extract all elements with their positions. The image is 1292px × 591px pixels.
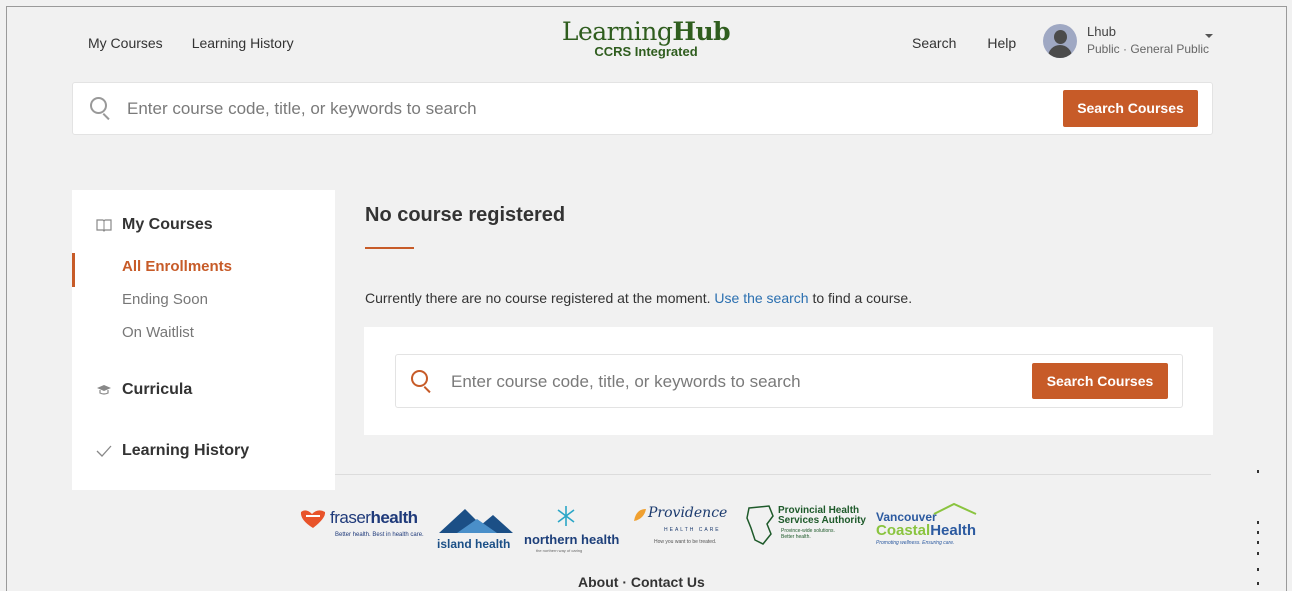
sidebar: My Courses All Enrollments Ending Soon O… <box>72 190 335 490</box>
top-search-bar: Enter course code, title, or keywords to… <box>72 82 1213 135</box>
message-text-before: Currently there are no course registered… <box>365 290 711 306</box>
nav-help[interactable]: Help <box>987 35 1016 51</box>
vancouver-coastal-health-logo[interactable]: Vancouver CoastalHealth Promoting wellne… <box>876 502 986 552</box>
island-health-logo[interactable]: island health <box>437 503 517 551</box>
scroll-mark <box>1257 552 1259 555</box>
fraser-health-mark-icon <box>300 510 326 528</box>
logo-subtitle: CCRS Integrated <box>594 44 698 59</box>
northern-health-tagline: the northern way of caring <box>536 548 583 553</box>
empty-state-message: Currently there are no course registered… <box>365 290 912 306</box>
header-nav-right: Search Help <box>912 35 1016 51</box>
footer-contact-link[interactable]: Contact Us <box>631 574 705 590</box>
logo-title: LearningHub <box>561 18 731 46</box>
phsa-tagline: Province-wide solutions. Better health. <box>781 528 835 540</box>
scroll-mark <box>1257 582 1259 585</box>
vch-line2-b: Health <box>930 522 977 539</box>
footer-separator: · <box>622 574 627 590</box>
island-health-name: island health <box>437 537 511 551</box>
sidebar-section-my-courses: My Courses <box>96 216 213 234</box>
checkmark-icon <box>96 443 112 459</box>
learninghub-logo[interactable]: LearningHub CCRS Integrated <box>561 18 731 60</box>
sidebar-curricula-label: Curricula <box>122 381 193 398</box>
search-card: Enter course code, title, or keywords to… <box>364 327 1213 435</box>
sidebar-item-on-waitlist[interactable]: On Waitlist <box>122 324 194 341</box>
sidebar-item-ending-soon[interactable]: Ending Soon <box>122 291 208 308</box>
inner-search-input[interactable]: Enter course code, title, or keywords to… <box>451 372 801 392</box>
avatar-shoulders <box>1048 45 1072 58</box>
active-indicator <box>72 253 75 287</box>
top-search-input[interactable]: Enter course code, title, or keywords to… <box>127 99 477 119</box>
vch-line2-a: Coastal <box>876 522 931 539</box>
bc-map-icon <box>746 505 774 545</box>
vch-line2: CoastalHealth <box>876 522 976 539</box>
vch-tagline: Promoting wellness. Ensuring care. <box>876 540 955 546</box>
page-title: No course registered <box>365 204 566 226</box>
nav-search[interactable]: Search <box>912 35 956 51</box>
header-nav-left: My Courses Learning History <box>88 35 294 51</box>
phsa-name-line2: Services Authority <box>778 515 866 526</box>
graduation-cap-icon <box>96 382 112 398</box>
footer-divider <box>335 474 1211 475</box>
book-icon <box>96 217 112 233</box>
phsa-name: Provincial Health Services Authority <box>778 506 866 526</box>
phsa-tagline-line2: Better health. <box>781 534 811 540</box>
phsa-logo[interactable]: Provincial Health Services Authority Prov… <box>745 504 866 552</box>
user-name[interactable]: Lhub <box>1087 24 1116 39</box>
scroll-mark <box>1257 541 1259 544</box>
use-search-link[interactable]: Use the search <box>714 290 808 306</box>
search-icon <box>411 370 433 394</box>
logo-title-light: Learning <box>561 17 673 46</box>
providence-logo[interactable]: Providence HEALTH CARE How you want to b… <box>632 505 742 550</box>
footer-about-link[interactable]: About <box>578 574 618 590</box>
fraser-health-name-b: health <box>370 508 418 527</box>
inner-search-courses-button[interactable]: Search Courses <box>1032 363 1168 399</box>
user-role: Public · General Public <box>1087 42 1210 56</box>
island-health-mountains-icon <box>439 509 513 533</box>
fraser-health-name: fraserhealth <box>330 508 418 528</box>
fraser-health-name-a: fraser <box>330 508 371 527</box>
top-search-courses-button[interactable]: Search Courses <box>1063 90 1198 127</box>
sidebar-my-courses-title: My Courses <box>122 216 213 233</box>
logo-title-bold: Hub <box>672 17 731 46</box>
providence-sub: HEALTH CARE <box>664 527 721 533</box>
scroll-mark <box>1257 521 1259 524</box>
sidebar-item-learning-history[interactable]: Learning History <box>96 442 249 460</box>
providence-leaf-icon <box>634 509 646 521</box>
avatar-head <box>1054 30 1067 44</box>
providence-name: Providence <box>648 505 728 521</box>
nav-learning-history[interactable]: Learning History <box>192 35 294 51</box>
chevron-down-icon[interactable] <box>1205 34 1213 38</box>
scroll-mark <box>1257 531 1259 534</box>
northern-health-snowflake-icon <box>557 506 575 526</box>
title-underline <box>365 247 414 249</box>
scroll-mark <box>1257 568 1259 571</box>
sidebar-item-all-enrollments[interactable]: All Enrollments <box>122 258 232 275</box>
message-text-after: to find a course. <box>812 290 913 306</box>
sidebar-item-curricula[interactable]: Curricula <box>96 381 192 399</box>
providence-tagline: How you want to be treated. <box>654 539 717 545</box>
inner-search-bar: Enter course code, title, or keywords to… <box>395 354 1183 408</box>
scroll-mark <box>1257 470 1259 473</box>
avatar[interactable] <box>1043 24 1077 58</box>
northern-health-name: northern health <box>524 532 620 547</box>
footer-links: About · Contact Us <box>578 574 705 590</box>
nav-my-courses[interactable]: My Courses <box>88 35 163 51</box>
northern-health-logo[interactable]: northern health the northern way of cari… <box>524 502 624 553</box>
search-icon <box>90 97 112 121</box>
sidebar-learning-history-label: Learning History <box>122 442 250 459</box>
fraser-health-tagline: Better health. Best in health care. <box>335 532 424 538</box>
